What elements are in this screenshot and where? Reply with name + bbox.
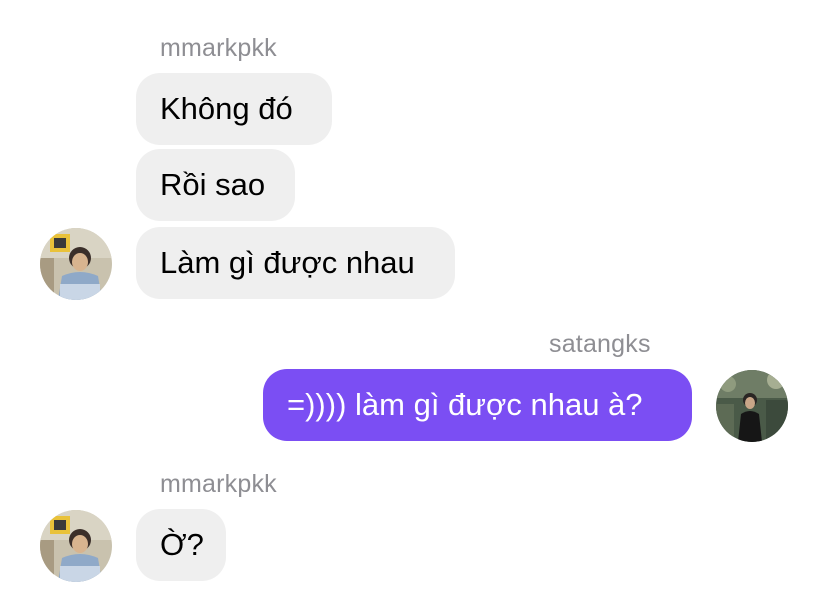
message-bubble-incoming[interactable]: Không đó: [136, 73, 332, 145]
avatar-mmarkpkk[interactable]: [40, 510, 112, 582]
message-bubble-incoming[interactable]: Ờ?: [136, 509, 226, 581]
avatar-mmarkpkk[interactable]: [40, 228, 112, 300]
avatar-satangks[interactable]: [716, 370, 788, 442]
message-bubble-incoming[interactable]: Làm gì được nhau: [136, 227, 455, 299]
user-avatar-icon: [40, 510, 112, 582]
message-bubble-incoming[interactable]: Rồi sao: [136, 149, 295, 221]
message-text: =)))) làm gì được nhau à?: [287, 387, 643, 422]
sender-name: mmarkpkk: [160, 34, 277, 62]
sender-name: satangks: [549, 330, 651, 358]
chat-thread: mmarkpkk Không đó Rồi sao Làm gì được nh…: [0, 0, 828, 604]
message-text: Làm gì được nhau: [160, 245, 415, 280]
sender-name: mmarkpkk: [160, 470, 277, 498]
message-text: Rồi sao: [160, 167, 266, 202]
message-text: Không đó: [160, 91, 293, 126]
message-text: Ờ?: [160, 527, 204, 562]
user-avatar-icon: [716, 370, 788, 442]
message-bubble-outgoing[interactable]: =)))) làm gì được nhau à?: [263, 369, 692, 441]
user-avatar-icon: [40, 228, 112, 300]
